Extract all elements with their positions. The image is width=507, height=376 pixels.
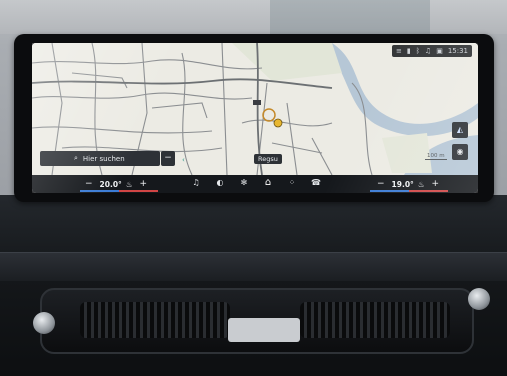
temp-right-indicator: [370, 190, 448, 192]
back-arrow-icon[interactable]: ‹: [182, 156, 185, 164]
phone-icon[interactable]: ▮: [407, 47, 411, 55]
car-interior-photo: ≡ ▮ ᛒ ♫ ▣ 15:31 ⌕ Hier suchen − ‹ Regsu …: [0, 0, 507, 376]
vent-knob-left[interactable]: [33, 312, 55, 334]
search-icon: ⌕: [74, 154, 78, 162]
temp-right-value[interactable]: 19.0°: [392, 180, 414, 189]
phone-icon[interactable]: ☎: [310, 178, 322, 187]
status-bar: ≡ ▮ ᛒ ♫ ▣ 15:31: [391, 45, 472, 57]
app-dock: ♫ ◐ ✻ ⌂ ⁘ ☎: [190, 177, 322, 188]
temp-left-value[interactable]: 20.0°: [100, 180, 122, 189]
vent-knob-right[interactable]: [468, 288, 490, 310]
gauge-icon[interactable]: ◐: [214, 178, 226, 187]
map-scale: 100 m: [425, 153, 447, 160]
apps-icon[interactable]: ⁘: [286, 178, 298, 187]
compass-button[interactable]: ◉: [452, 144, 468, 160]
climate-left: − 20.0° ♨ +: [78, 177, 154, 191]
temp-left-plus-button[interactable]: +: [140, 179, 148, 189]
recenter-button[interactable]: ◭: [452, 122, 468, 138]
temp-right-plus-button[interactable]: +: [432, 179, 440, 189]
temp-left-minus-button[interactable]: −: [85, 179, 93, 189]
navigation-map[interactable]: ≡ ▮ ᛒ ♫ ▣ 15:31 ⌕ Hier suchen − ‹ Regsu …: [32, 43, 478, 176]
fan-icon[interactable]: ✻: [238, 178, 250, 187]
zoom-out-button[interactable]: −: [161, 151, 175, 166]
music-icon[interactable]: ♫: [190, 178, 202, 187]
air-vent-left: [80, 302, 230, 338]
menu-icon[interactable]: ≡: [396, 47, 402, 55]
climate-right: − 19.0° ♨ +: [370, 177, 446, 191]
calendar-icon: ▣: [436, 47, 443, 55]
clock: 15:31: [447, 47, 468, 55]
vent-center-panel: [228, 318, 300, 342]
bluetooth-icon: ᛒ: [415, 47, 420, 55]
air-vent-right: [300, 302, 450, 338]
search-label: Hier suchen: [82, 154, 125, 163]
home-icon[interactable]: ⌂: [262, 177, 274, 188]
search-box[interactable]: ⌕ Hier suchen: [40, 151, 160, 166]
seat-heat-icon[interactable]: ♨: [126, 180, 133, 189]
background-wall: [0, 0, 507, 34]
seat-heat-icon[interactable]: ♨: [418, 180, 425, 189]
temp-right-minus-button[interactable]: −: [377, 179, 385, 189]
dashboard-trim: [0, 252, 507, 281]
infotainment-screen: ≡ ▮ ᛒ ♫ ▣ 15:31 ⌕ Hier suchen − ‹ Regsu …: [32, 43, 478, 193]
music-icon: ♫: [424, 47, 432, 55]
temp-left-indicator: [80, 190, 158, 192]
map-place-label[interactable]: Regsu: [254, 154, 282, 164]
